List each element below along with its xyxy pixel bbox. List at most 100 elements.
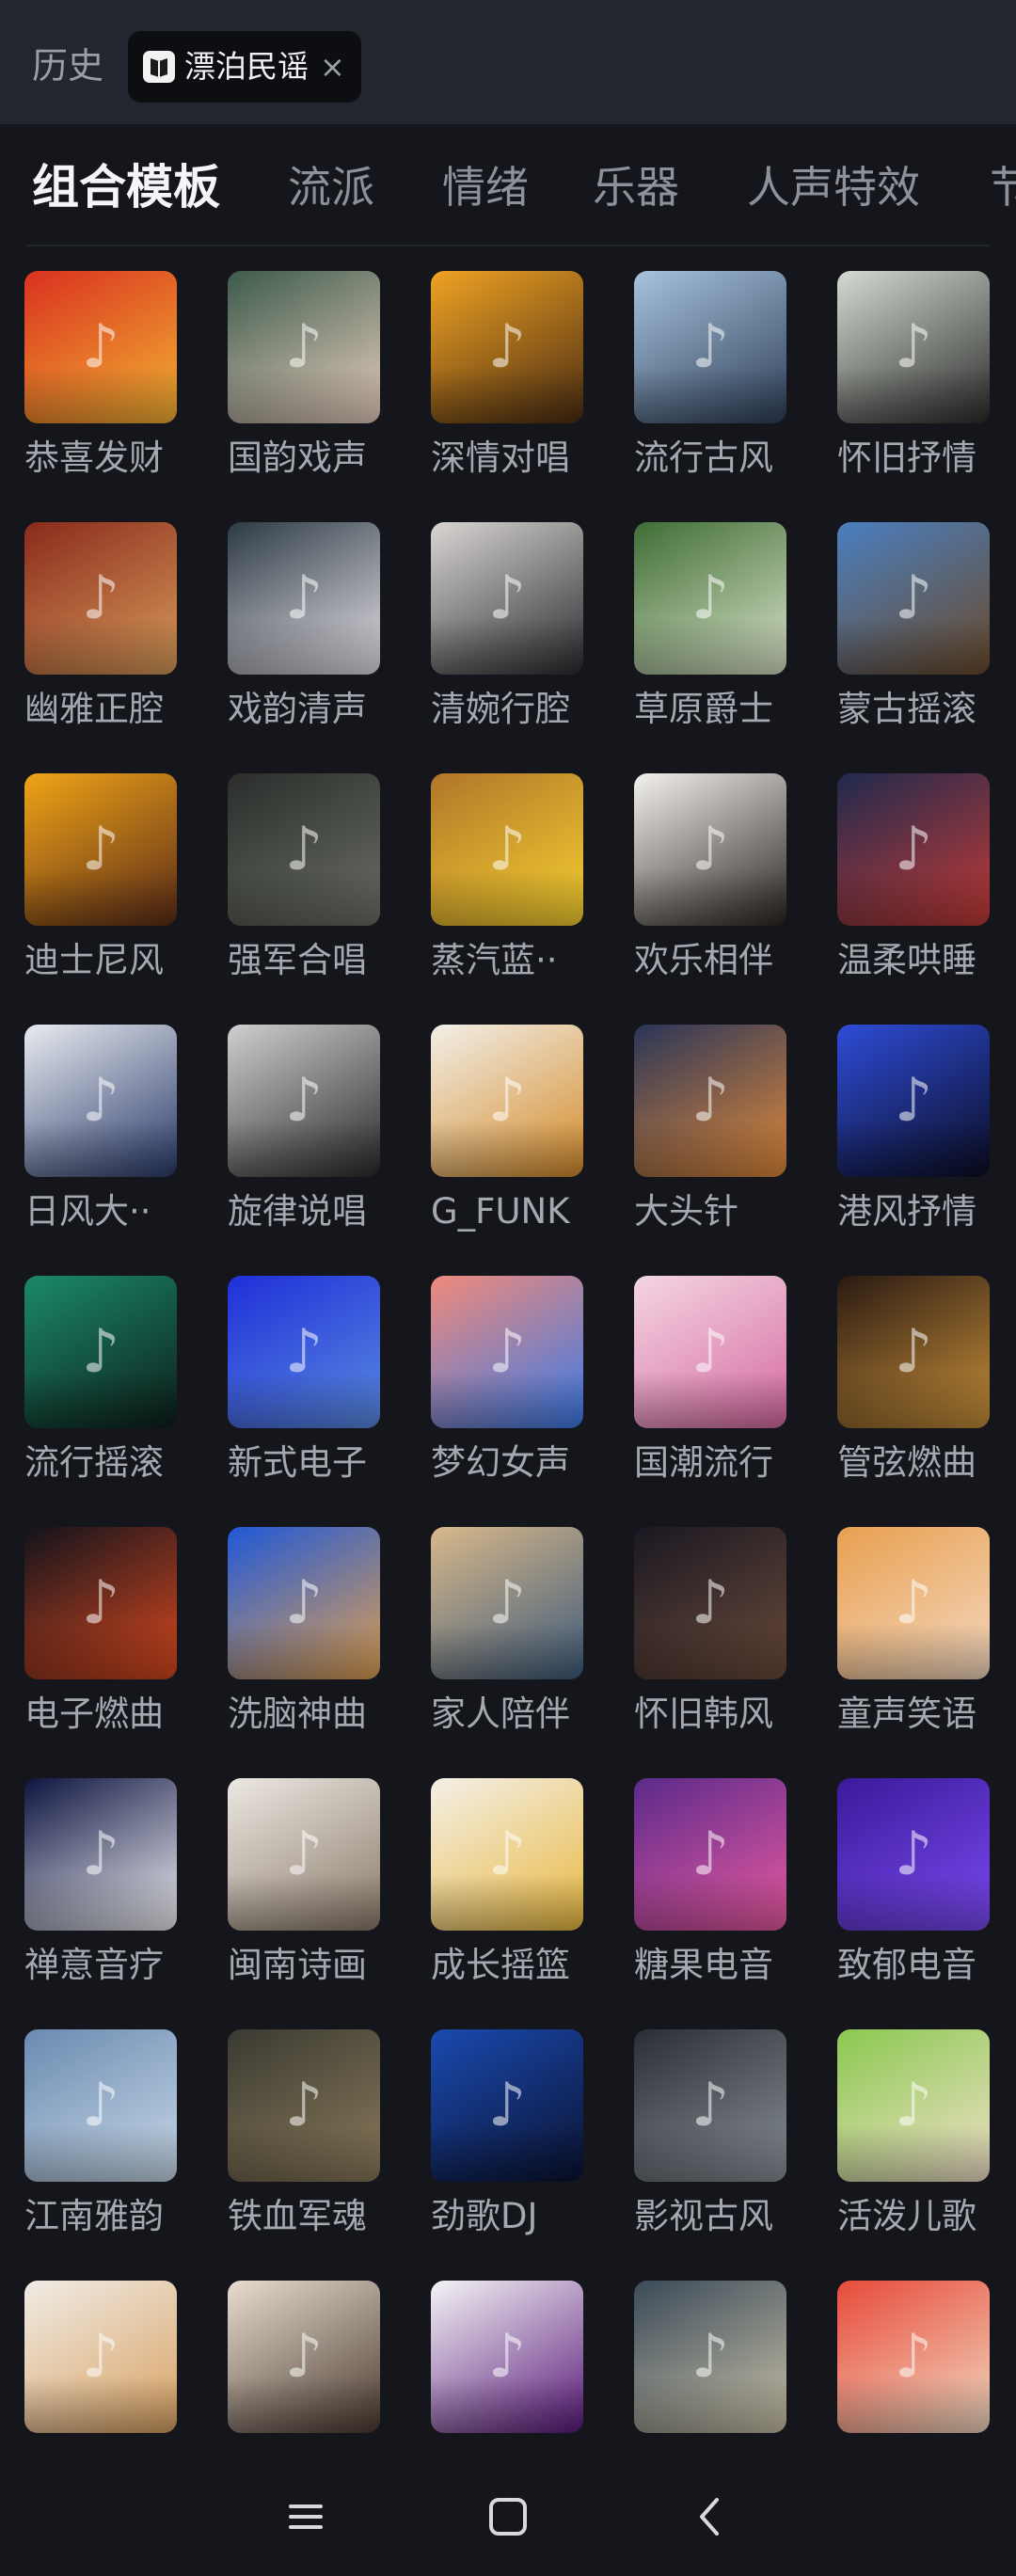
template-tile[interactable]: ♪ 港风抒情 [813,1025,1007,1260]
template-label: 国潮流行 [634,1442,773,1483]
template-tile[interactable]: ♪ 蒙古摇滚 [813,522,1007,757]
pixel-face-thumb-icon: ♪ [228,1276,380,1428]
history-chip[interactable]: 漂泊民谣 × [128,31,361,103]
tab-genre[interactable]: 流派 [288,154,374,220]
template-tile[interactable]: ♪ 恭喜发财 [0,271,194,506]
music-note-icon: ♪ [284,564,324,633]
template-tile[interactable]: ♪ 劲歌DJ [406,2029,600,2265]
template-label: 迪士尼风 [24,940,164,980]
template-tile[interactable]: ♪ 清婉行腔 [406,522,600,757]
back-icon[interactable] [677,2484,743,2550]
template-tile[interactable]: ♪ 新式电子 [203,1276,397,1511]
music-note-icon: ♪ [691,1066,730,1136]
template-tile[interactable]: ♪ 国韵戏声 [203,271,397,506]
music-note-icon: ♪ [487,1820,527,1889]
music-note-icon: ♪ [81,564,120,633]
template-tile[interactable]: ♪ 成长摇篮 [406,1778,600,2013]
birthday-cake-thumb-icon: ♪ [24,2281,177,2433]
template-tile[interactable]: ♪ 欢乐相伴 [610,773,803,1009]
template-tile[interactable]: ♪ 活泼儿歌 [813,2029,1007,2265]
cartoon-boy-thumb-icon: ♪ [837,2281,990,2433]
template-tile[interactable]: ♪ 强军合唱 [203,773,397,1009]
anime-pink-thumb-icon: ♪ [634,1276,786,1428]
template-tile[interactable]: ♪ 铁血军魂 [203,2029,397,2265]
template-tile[interactable]: ♪ 电子燃曲 [0,1527,194,1762]
template-tile[interactable]: ♪ 戏韵清声 [203,522,397,757]
template-tile[interactable]: ♪ 致郁电音 [813,1778,1007,2013]
template-tile[interactable]: ♪ 怀旧抒情 [813,271,1007,506]
piano-scene-thumb-icon: ♪ [634,1025,786,1177]
template-tile[interactable]: ♪ 温柔哄睡 [813,773,1007,1009]
music-note-icon: ♪ [691,1568,730,1638]
opera-lady-thumb-icon: ♪ [24,522,177,675]
template-label: 影视古风 [634,2196,773,2236]
template-tile[interactable]: ♪ [406,2281,600,2457]
template-tile[interactable]: ♪ 流行摇滚 [0,1276,194,1511]
music-note-icon: ♪ [691,564,730,633]
template-tile[interactable]: ♪ 家人陪伴 [406,1527,600,1762]
template-tile[interactable]: ♪ 迪士尼风 [0,773,194,1009]
template-label: 清婉行腔 [431,689,570,729]
dj-lady-thumb-icon: ♪ [228,1527,380,1679]
template-tile[interactable]: ♪ 深情对唱 [406,271,600,506]
tab-vocal-effects[interactable]: 人声特效 [747,154,920,220]
smiling-child-thumb-icon: ♪ [837,1527,990,1679]
template-tile[interactable]: ♪ 禅意音疗 [0,1778,194,2013]
template-label: 家人陪伴 [431,1693,570,1734]
music-note-icon: ♪ [894,815,933,884]
template-tile[interactable]: ♪ 江南雅韵 [0,2029,194,2265]
template-tile[interactable]: ♪ 大头针 [610,1025,803,1260]
template-label: 洗脑神曲 [228,1693,367,1734]
category-tabs: 组合模板 流派 情绪 乐器 人声特效 节 [0,143,1016,233]
template-tile[interactable]: ♪ 糖果电音 [610,1778,803,2013]
template-tile[interactable]: ♪ G_FUNK [406,1025,600,1260]
template-tile[interactable]: ♪ 草原爵士 [610,522,803,757]
template-tile[interactable]: ♪ 梦幻女声 [406,1276,600,1511]
template-tile[interactable]: ♪ [203,2281,397,2457]
history-label[interactable]: 历史 [32,43,103,88]
close-icon[interactable]: × [320,46,345,87]
template-tile[interactable]: ♪ 流行古风 [610,271,803,506]
template-label: 流行古风 [634,437,773,478]
template-label: 糖果电音 [634,1945,773,1985]
template-tile[interactable]: ♪ 闽南诗画 [203,1778,397,2013]
template-tile[interactable]: ♪ 日风大·· [0,1025,194,1260]
music-note-icon: ♪ [691,815,730,884]
template-tile[interactable]: ♪ 幽雅正腔 [0,522,194,757]
bell-thumb-icon: ♪ [24,2029,177,2182]
template-tile[interactable]: ♪ 洗脑神曲 [203,1527,397,1762]
menu-icon[interactable] [273,2484,339,2550]
tab-instrument[interactable]: 乐器 [593,154,679,220]
template-label: 怀旧韩风 [634,1693,773,1734]
cocktail-thumb-icon: ♪ [634,1778,786,1931]
template-tile[interactable]: ♪ [813,2281,1007,2457]
template-tile[interactable]: ♪ 蒸汽蓝·· [406,773,600,1009]
book-icon [143,51,175,83]
template-tile[interactable]: ♪ [610,2281,803,2457]
template-tile[interactable]: ♪ 国潮流行 [610,1276,803,1511]
music-note-icon: ♪ [894,1066,933,1136]
music-note-icon: ♪ [284,1820,324,1889]
template-tile[interactable]: ♪ 影视古风 [610,2029,803,2265]
music-note-icon: ♪ [284,1317,324,1387]
template-label: 闽南诗画 [228,1945,367,1985]
tab-mood[interactable]: 情绪 [442,154,529,220]
music-note-icon: ♪ [487,312,527,382]
music-note-icon: ♪ [81,312,120,382]
template-label: 深情对唱 [431,437,570,478]
template-tile[interactable]: ♪ 童声笑语 [813,1527,1007,1762]
music-note-icon: ♪ [894,1317,933,1387]
template-tile[interactable]: ♪ 怀旧韩风 [610,1527,803,1762]
tab-more[interactable]: 节 [990,154,1016,220]
soldier-thumb-icon: ♪ [228,2029,380,2182]
template-tile[interactable]: ♪ 旋律说唱 [203,1025,397,1260]
opera-mask-thumb-icon: ♪ [228,271,380,423]
home-icon[interactable] [475,2484,541,2550]
music-note-icon: ♪ [894,312,933,382]
music-note-icon: ♪ [894,564,933,633]
template-tile[interactable]: ♪ [0,2281,194,2457]
tab-combo-template[interactable]: 组合模板 [32,154,220,220]
history-chip-label: 漂泊民谣 [184,48,309,85]
template-label: 劲歌DJ [431,2196,538,2236]
template-tile[interactable]: ♪ 管弦燃曲 [813,1276,1007,1511]
